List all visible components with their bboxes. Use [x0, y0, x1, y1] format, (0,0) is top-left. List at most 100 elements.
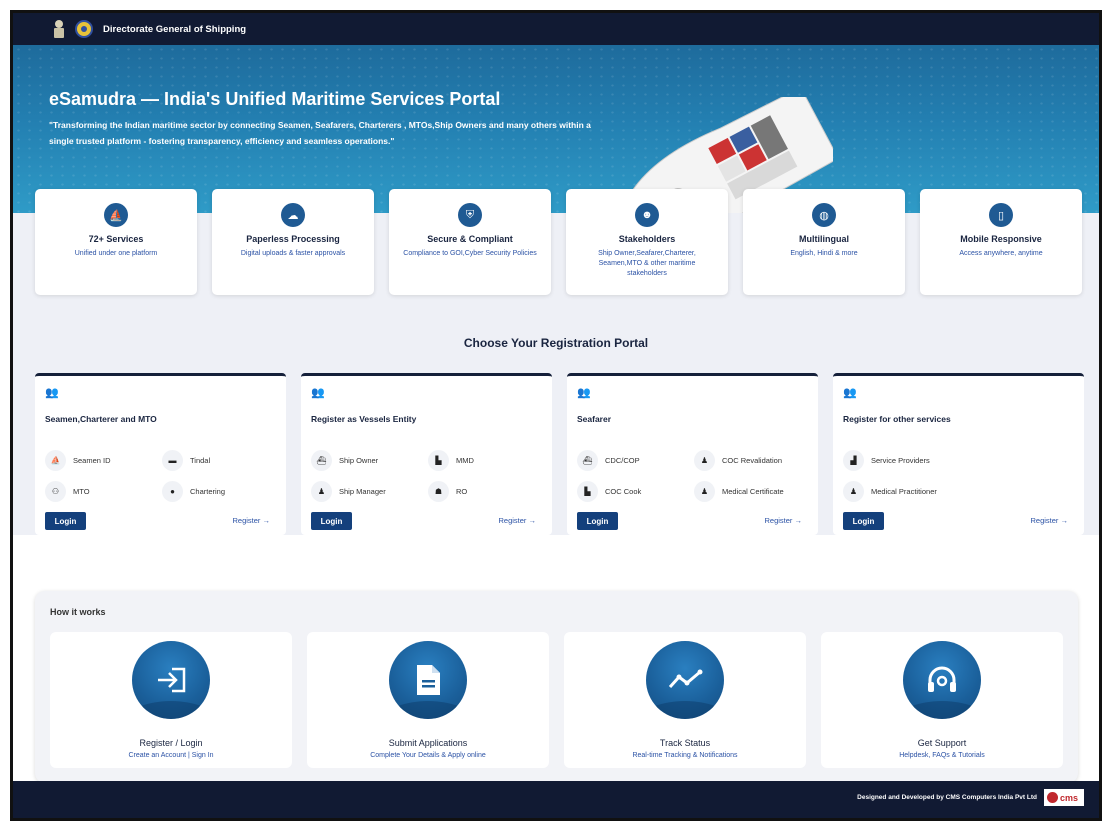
cms-dot-icon	[1047, 792, 1058, 803]
portal-item-medical-practitioner[interactable]: ♟ Medical Practitioner	[843, 481, 1073, 502]
login-button[interactable]: Login	[45, 512, 86, 530]
step-track-status[interactable]: Track Status Real-time Tracking & Notifi…	[564, 632, 806, 768]
login-button[interactable]: Login	[577, 512, 618, 530]
item-label: Chartering	[190, 487, 226, 496]
feature-title: Stakeholders	[618, 234, 676, 244]
feature-title: Mobile Responsive	[960, 234, 1042, 244]
register-link[interactable]: Register →	[764, 516, 802, 525]
register-link[interactable]: Register →	[498, 516, 536, 525]
item-label: COC Cook	[605, 487, 642, 496]
feature-desc: English, Hindi & more	[790, 250, 858, 257]
globe-icon: ◍	[812, 203, 836, 227]
step-title: Register / Login	[139, 738, 203, 748]
building-icon: ▙	[577, 481, 598, 502]
hero-subtitle: "Transforming the Indian maritime sector…	[49, 120, 591, 146]
hero-title: eSamudra — India's Unified Maritime Serv…	[49, 89, 501, 109]
portal-item-seamen-id[interactable]: ⛵ Seamen ID	[45, 450, 162, 471]
feature-desc: Digital uploads & faster approvals	[240, 250, 346, 257]
portal-item-mto[interactable]: ⚇ MTO	[45, 481, 162, 502]
person-icon: ♟	[694, 450, 715, 471]
portal-item-coc-cook[interactable]: ▙ COC Cook	[577, 481, 694, 502]
step-submit-applications[interactable]: Submit Applications Complete Your Detail…	[307, 632, 549, 768]
step-desc: Create an Account | Sign In	[128, 752, 214, 759]
network-icon: ⚇	[45, 481, 66, 502]
step-register-login[interactable]: Register / Login Create an Account | Sig…	[50, 632, 292, 768]
doctor-icon: ♟	[843, 481, 864, 502]
org-name[interactable]: Directorate General of Shipping	[103, 24, 246, 35]
item-label: Ship Manager	[339, 487, 386, 496]
portal-item-ro[interactable]: ☗ RO	[428, 481, 541, 502]
registration-portals: 👥 Seamen,Charterer and MTO ⛵ Seamen ID ▬ T…	[35, 373, 1084, 535]
feature-desc: Compliance to GOI,Cyber Security Policie…	[403, 250, 537, 257]
feature-card-mobile: ▯ Mobile Responsive Access anywhere, any…	[920, 189, 1082, 295]
portal-title: Seamen,Charterer and MTO	[45, 414, 157, 424]
ship-icon: ⛴	[311, 450, 332, 471]
dgs-logo-icon	[75, 20, 93, 38]
headset-icon	[903, 641, 981, 719]
login-button[interactable]: Login	[843, 512, 884, 530]
feature-title: Secure & Compliant	[427, 234, 513, 244]
footer: Designed and Developed by CMS Computers …	[13, 781, 1099, 818]
login-button[interactable]: Login	[311, 512, 352, 530]
users-add-icon: 👥	[311, 387, 325, 399]
group-icon: ☗	[428, 481, 449, 502]
how-it-works-panel: How it works Register / Login Create an …	[35, 591, 1078, 783]
feature-title: 72+ Services	[88, 234, 144, 244]
portal-item-tindal[interactable]: ▬ Tindal	[162, 450, 275, 471]
feature-card-paperless: ☁ Paperless Processing Digital uploads &…	[212, 189, 374, 295]
people-icon: ☻	[635, 203, 659, 227]
portal-item-coc-revalidation[interactable]: ♟ COC Revalidation	[694, 450, 807, 471]
feature-title: Paperless Processing	[246, 234, 340, 244]
browser-frame: Directorate General of Shipping eSamudra…	[10, 10, 1102, 821]
feature-title: Multilingual	[799, 234, 849, 244]
item-label: COC Revalidation	[722, 456, 783, 465]
chart-line-icon	[646, 641, 724, 719]
register-link[interactable]: Register →	[1030, 516, 1068, 525]
item-label: CDC/COP	[605, 456, 640, 465]
portal-item-cdc-cop[interactable]: ⛴ CDC/COP	[577, 450, 694, 471]
person-icon: ♟	[311, 481, 332, 502]
register-link[interactable]: Register →	[232, 516, 270, 525]
shield-icon: ⛨	[458, 203, 482, 227]
feature-desc: Unified under one platform	[74, 250, 158, 257]
item-label: Tindal	[190, 456, 211, 465]
feature-cards: ⛵ 72+ Services Unified under one platfor…	[35, 189, 1082, 295]
registration-section-title: Choose Your Registration Portal	[463, 336, 649, 350]
item-label: Medical Certificate	[722, 487, 784, 496]
item-label: Seamen ID	[73, 456, 111, 465]
item-label: Medical Practitioner	[871, 487, 937, 496]
portal-card-vessels: 👥 Register as Vessels Entity ⛴ Ship Owner…	[301, 373, 552, 535]
item-label: RO	[456, 487, 468, 496]
portal-title: Register as Vessels Entity	[311, 414, 417, 424]
footer-credit: Designed and Developed by CMS Computers …	[857, 794, 1037, 801]
portal-item-ship-manager[interactable]: ♟ Ship Manager	[311, 481, 428, 502]
portal-item-chartering[interactable]: ● Chartering	[162, 481, 275, 502]
person-icon: ●	[162, 481, 183, 502]
document-icon	[389, 641, 467, 719]
building-icon: ▙	[428, 450, 449, 471]
feature-card-secure: ⛨ Secure & Compliant Compliance to GOI,C…	[389, 189, 551, 295]
cms-logo[interactable]: cms	[1044, 789, 1084, 806]
box-icon: ▬	[162, 450, 183, 471]
ship-icon: ⛵	[45, 450, 66, 471]
portal-item-mmd[interactable]: ▙ MMD	[428, 450, 541, 471]
item-label: Ship Owner	[339, 456, 379, 465]
national-emblem-icon	[53, 20, 65, 38]
portal-title: Seafarer	[577, 414, 612, 424]
portal-item-service-providers[interactable]: ▟ Service Providers	[843, 450, 1073, 471]
step-get-support[interactable]: Get Support Helpdesk, FAQs & Tutorials	[821, 632, 1063, 768]
feature-desc: Access anywhere, anytime	[959, 250, 1043, 257]
step-desc: Complete Your Details & Apply online	[370, 752, 486, 759]
step-title: Track Status	[659, 738, 711, 748]
item-label: MTO	[73, 487, 90, 496]
portal-title: Register for other services	[843, 414, 951, 424]
portal-item-ship-owner[interactable]: ⛴ Ship Owner	[311, 450, 428, 471]
portal-item-medical-certificate[interactable]: ♟ Medical Certificate	[694, 481, 807, 502]
item-label: MMD	[456, 456, 474, 465]
cms-logo-text: cms	[1060, 792, 1079, 803]
ship-icon: ⛴	[577, 450, 598, 471]
mobile-icon: ▯	[989, 203, 1013, 227]
ship-icon: ⛵	[104, 203, 128, 227]
portal-card-other-services: 👥 Register for other services ▟ Service P…	[833, 373, 1084, 535]
login-icon	[132, 641, 210, 719]
